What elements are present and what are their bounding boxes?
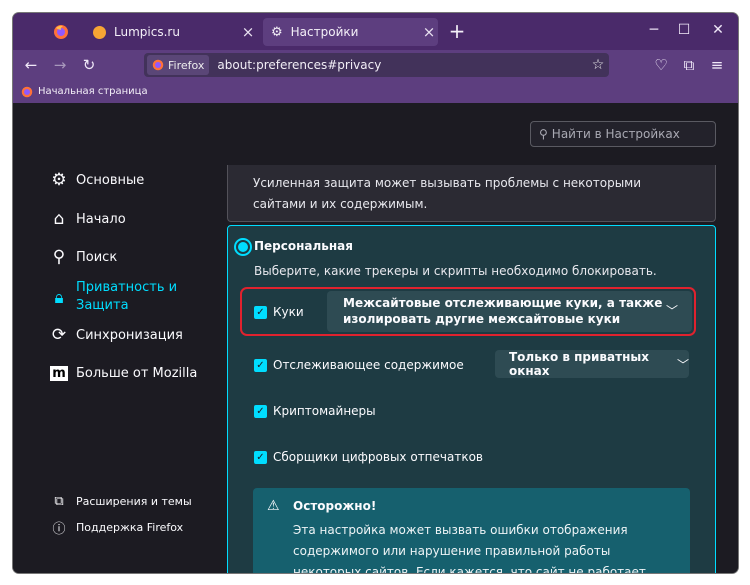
sidebar-item-label: Расширения и темы [76, 494, 192, 508]
custom-description: Выберите, какие трекеры и скрипты необхо… [254, 264, 657, 278]
tab-lumpics[interactable]: Lumpics.ru × [85, 18, 257, 46]
identity-label: Firefox [168, 58, 205, 72]
custom-title: Персональная [254, 239, 353, 253]
reload-button[interactable]: ↻ [77, 53, 101, 77]
sidebar-item-search[interactable]: ⚲ Поиск [48, 246, 117, 268]
sidebar-item-home[interactable]: ⌂ Начало [48, 208, 126, 230]
sidebar-item-sync[interactable]: ⟳ Синхронизация [48, 324, 183, 346]
sidebar-item-addons[interactable]: ⧉ Расширения и темы [48, 490, 192, 512]
bookmarks-toolbar: Начальная страница [13, 80, 738, 103]
gear-icon: ⚙ [51, 170, 67, 190]
puzzle-icon: ⧉ [54, 493, 64, 509]
tab-settings[interactable]: ⚙ Настройки × [263, 18, 438, 46]
sync-icon: ⟳ [51, 325, 67, 345]
lumpics-favicon [93, 25, 106, 39]
firefox-icon [152, 59, 164, 71]
caution-title: Осторожно! [293, 499, 377, 513]
firefox-icon [54, 25, 68, 39]
lock-icon: 🔒︎ [54, 288, 64, 308]
firefox-icon [21, 86, 33, 97]
extensions-icon[interactable]: ⧉ [677, 53, 701, 77]
home-icon: ⌂ [53, 209, 65, 229]
sidebar-item-label: Приватность и Защита [76, 280, 178, 313]
url-bar[interactable]: Firefox about:preferences#privacy ☆ [144, 53, 609, 77]
cookies-select-value: Межсайтовые отслеживающие куки, а также … [343, 296, 663, 326]
cryptominers-checkbox-row[interactable]: ✓ Криптомайнеры [254, 404, 376, 418]
menu-icon[interactable]: ≡ [705, 53, 729, 77]
tab-label: Lumpics.ru [114, 25, 180, 39]
sidebar-item-label: Поиск [76, 249, 118, 265]
sidebar-item-support[interactable]: ⓘ Поддержка Firefox [48, 516, 183, 538]
checkbox-checked-icon[interactable]: ✓ [254, 358, 267, 372]
sidebar-item-privacy[interactable]: 🔒︎ Приватность и Защита [48, 279, 186, 315]
mozilla-icon: m [50, 365, 68, 381]
pocket-icon[interactable]: ♡ [649, 53, 673, 77]
tracking-select-value: Только в приватных окнах [509, 350, 649, 378]
sidebar-item-mozilla[interactable]: m Больше от Mozilla [48, 362, 197, 384]
bookmark-home[interactable]: Начальная страница [38, 86, 148, 97]
help-icon: ⓘ [52, 521, 66, 537]
forward-button[interactable]: → [48, 53, 72, 77]
gear-icon: ⚙ [271, 24, 283, 40]
star-icon[interactable]: ☆ [587, 57, 609, 73]
strict-note: Усиленная защита может вызывать проблемы… [227, 165, 716, 222]
cryptominers-label: Криптомайнеры [273, 404, 376, 418]
caution-box: ⚠ Осторожно! Эта настройка может вызвать… [253, 488, 690, 573]
strict-note-text: Усиленная защита может вызывать проблемы… [253, 176, 642, 211]
custom-radio[interactable] [234, 238, 252, 256]
tab-strip: Lumpics.ru × ⚙ Настройки × + ─ ☐ ✕ [13, 13, 738, 50]
sidebar-item-label: Поддержка Firefox [76, 520, 184, 534]
maximize-icon[interactable]: ☐ [669, 17, 699, 43]
checkbox-checked-icon[interactable]: ✓ [254, 450, 267, 464]
tracking-label: Отслеживающее содержимое [273, 358, 464, 372]
identity-box[interactable]: Firefox [147, 55, 210, 75]
checkbox-checked-icon[interactable]: ✓ [254, 404, 267, 418]
preferences-page: ⚲ Найти в Настройках ⚙ Основные ⌂ Начало… [13, 103, 738, 573]
cookies-select[interactable]: Межсайтовые отслеживающие куки, а также … [327, 291, 692, 332]
back-button[interactable]: ← [19, 53, 43, 77]
search-icon: ⚲ [52, 247, 66, 267]
nav-bar: ← → ↻ Firefox about:preferences#privacy … [13, 50, 738, 80]
warning-icon: ⚠ [267, 498, 280, 514]
sidebar-item-label: Синхронизация [76, 327, 183, 343]
search-icon: ⚲ [539, 127, 548, 141]
caution-text: Эта настройка может вызвать ошибки отобр… [293, 523, 650, 573]
tracking-checkbox-row[interactable]: ✓ Отслеживающее содержимое [254, 358, 464, 372]
fingerprinters-checkbox-row[interactable]: ✓ Сборщики цифровых отпечатков [254, 450, 483, 464]
minimize-icon[interactable]: ─ [639, 17, 669, 43]
sidebar-item-label: Начало [76, 211, 126, 227]
sidebar-item-label: Основные [76, 172, 145, 188]
cookies-checkbox-row[interactable]: ✓ Куки [254, 305, 304, 319]
tab-label: Настройки [290, 25, 359, 39]
chevron-down-icon: ﹀ [676, 357, 689, 372]
pinned-tab[interactable] [47, 18, 75, 46]
sidebar-item-label: Больше от Mozilla [76, 365, 198, 381]
browser-window: Lumpics.ru × ⚙ Настройки × + ─ ☐ ✕ ← → ↻… [13, 13, 738, 573]
chevron-down-icon: ﹀ [665, 304, 678, 318]
sidebar-item-general[interactable]: ⚙ Основные [48, 169, 144, 191]
new-tab-button[interactable]: + [445, 19, 469, 43]
close-icon[interactable]: × [239, 23, 257, 41]
cookies-label: Куки [273, 305, 304, 319]
custom-protection-panel: Персональная Выберите, какие трекеры и с… [227, 225, 716, 573]
tracking-select[interactable]: Только в приватных окнах ﹀ [495, 350, 689, 378]
close-icon[interactable]: × [420, 23, 438, 41]
search-placeholder: Найти в Настройках [551, 127, 680, 141]
fingerprinters-label: Сборщики цифровых отпечатков [273, 450, 484, 464]
search-input[interactable]: ⚲ Найти в Настройках [530, 121, 716, 147]
window-close-icon[interactable]: ✕ [703, 17, 733, 43]
checkbox-checked-icon[interactable]: ✓ [254, 305, 267, 319]
url-text[interactable]: about:preferences#privacy [217, 58, 587, 72]
